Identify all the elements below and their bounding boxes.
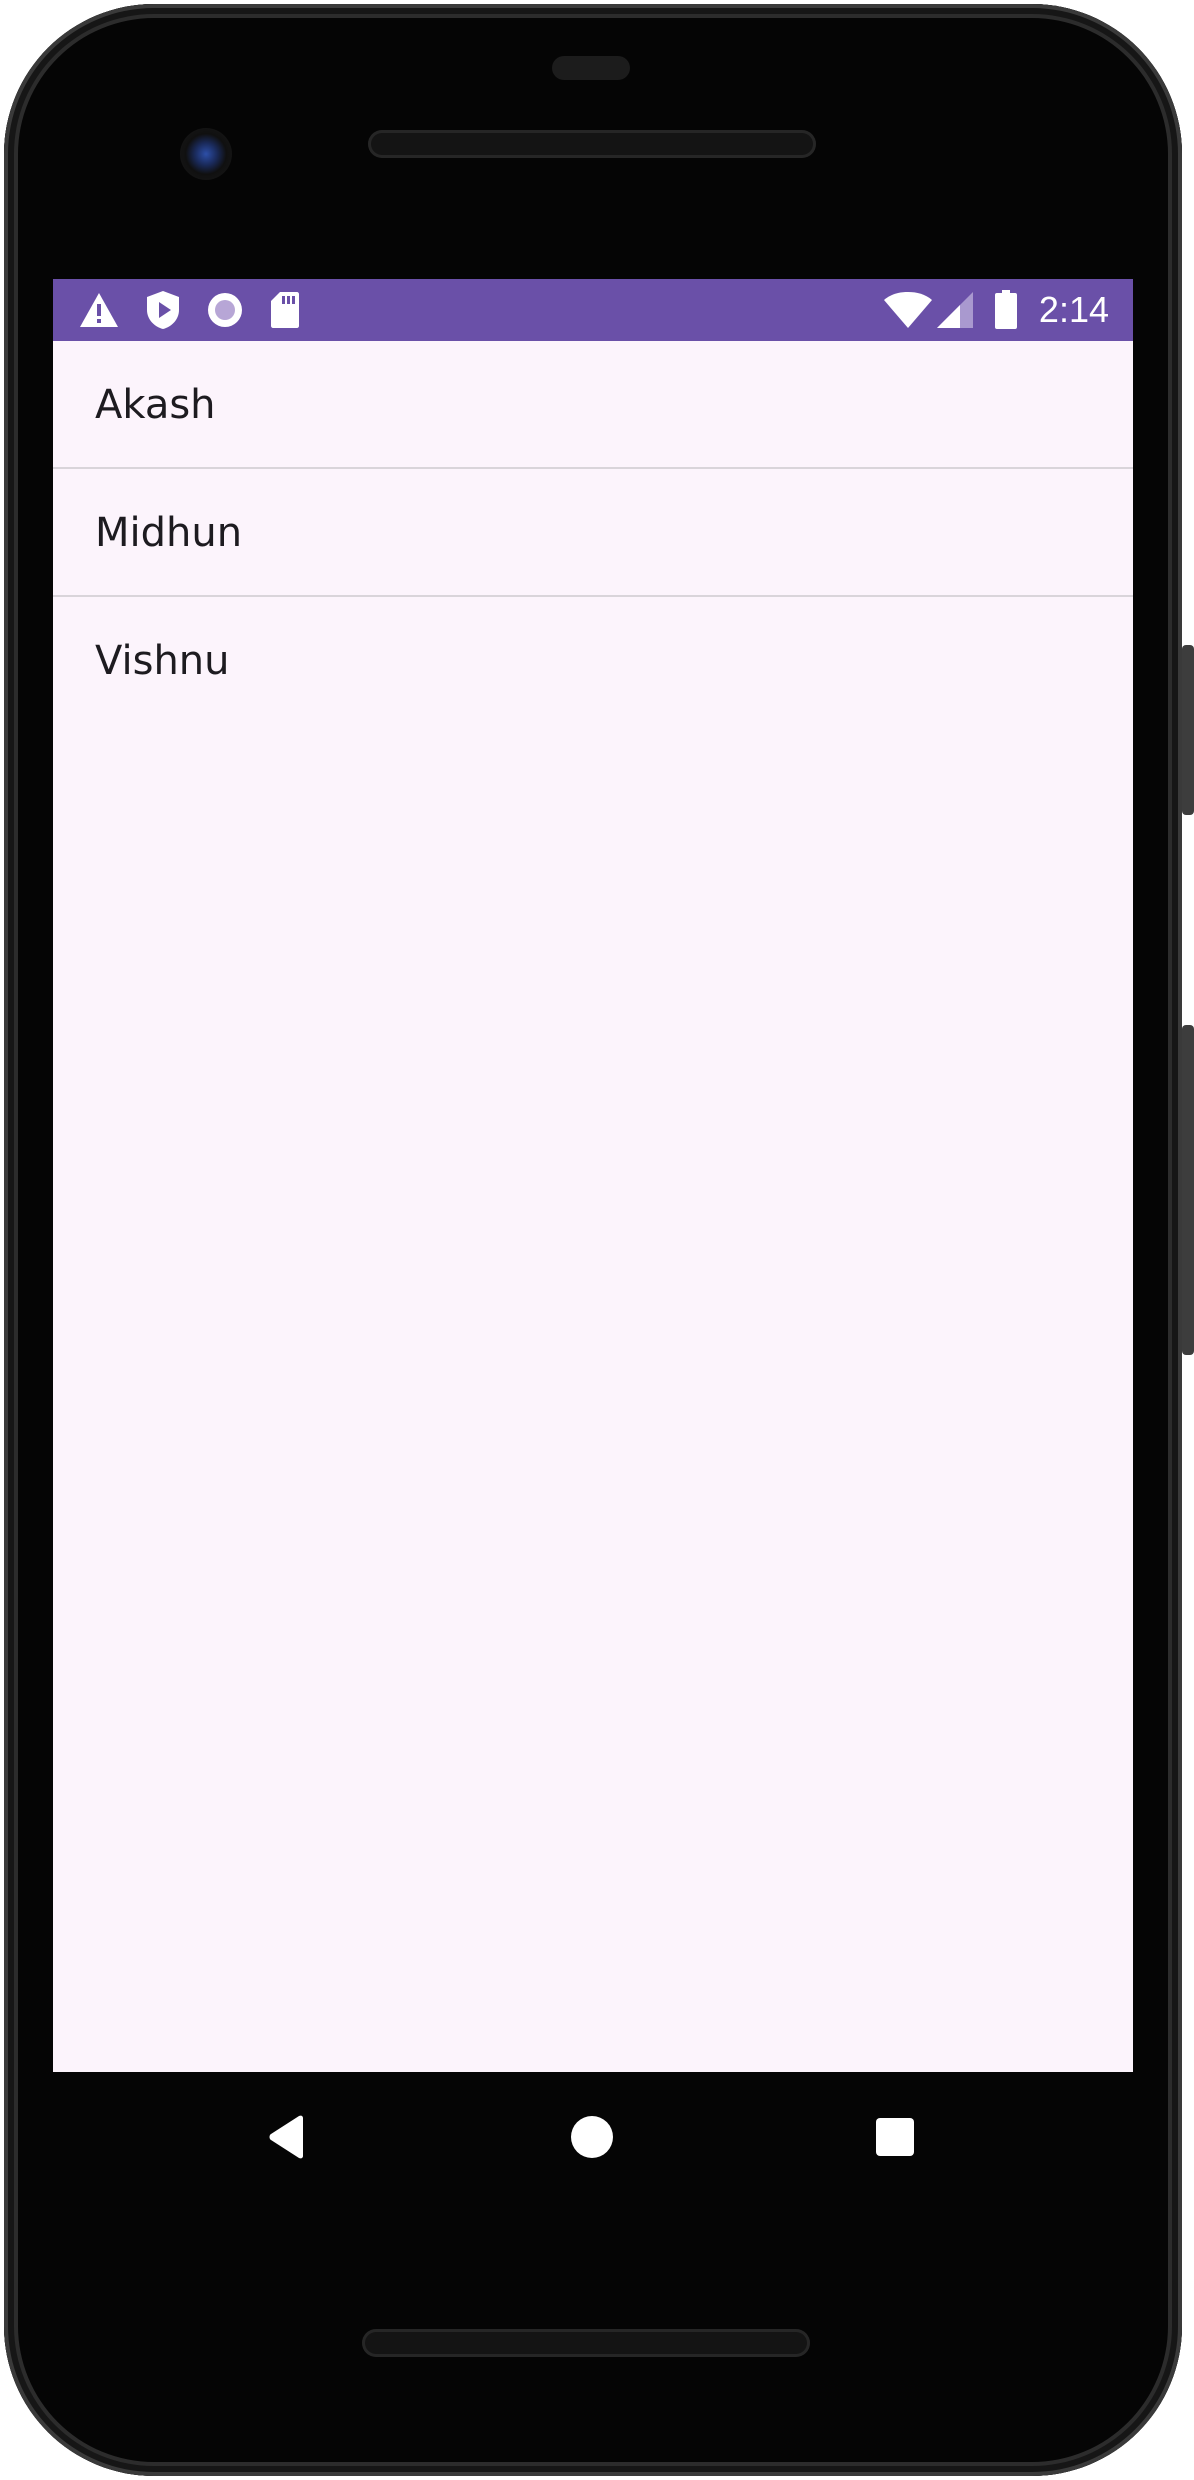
home-icon[interactable] xyxy=(547,2092,637,2182)
recents-icon[interactable] xyxy=(850,2092,940,2182)
record-circle-icon xyxy=(203,289,247,331)
warning-icon xyxy=(77,289,121,331)
volume-button xyxy=(1182,1025,1194,1355)
app-screen: 2:14 Akash Midhun Vishnu xyxy=(53,279,1133,2072)
sd-card-icon xyxy=(267,289,303,331)
shield-play-icon xyxy=(141,289,185,331)
list-item[interactable]: Vishnu xyxy=(53,597,1133,725)
status-bar: 2:14 xyxy=(53,279,1133,341)
signal-icon xyxy=(935,289,975,331)
proximity-sensor xyxy=(552,56,630,80)
name-list: Akash Midhun Vishnu xyxy=(53,341,1133,725)
battery-icon xyxy=(991,289,1021,331)
phone-frame: 2:14 Akash Midhun Vishnu xyxy=(0,0,1194,2480)
wifi-icon xyxy=(883,289,933,331)
list-item-label: Vishnu xyxy=(95,638,230,684)
top-speaker-grille xyxy=(368,130,816,158)
status-time: 2:14 xyxy=(1038,289,1109,330)
list-item-label: Midhun xyxy=(95,510,243,556)
back-icon[interactable] xyxy=(242,2092,332,2182)
list-item[interactable]: Akash xyxy=(53,341,1133,469)
list-item-label: Akash xyxy=(95,382,216,428)
list-item[interactable]: Midhun xyxy=(53,469,1133,597)
front-camera xyxy=(180,128,232,180)
bottom-speaker-grille xyxy=(362,2329,810,2357)
power-button xyxy=(1182,645,1194,815)
navigation-bar xyxy=(53,2072,1133,2202)
